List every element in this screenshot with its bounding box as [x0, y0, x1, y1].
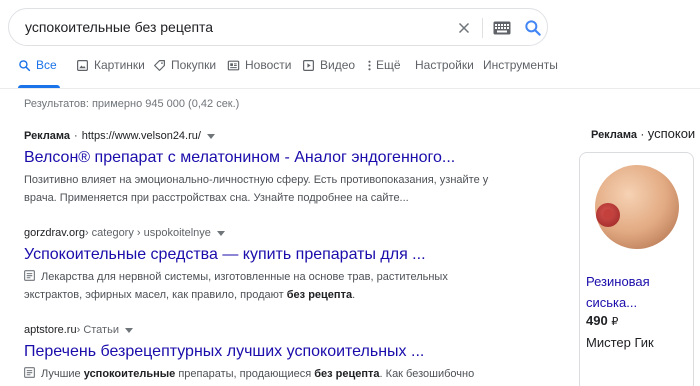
- snippet-highlight: без рецепта: [314, 368, 380, 380]
- tab-label: Инструменты: [483, 58, 558, 72]
- result-breadcrumb: › Статьи: [76, 324, 119, 336]
- separator-dot: ·: [74, 130, 78, 142]
- tab-tools[interactable]: Инструменты: [483, 58, 558, 88]
- product-price: 490 ₽: [586, 313, 618, 328]
- result-stats: Результатов: примерно 945 000 (0,42 сек.…: [24, 98, 240, 110]
- organic-result: gorzdrav.org › category › uspokoitelnye …: [24, 225, 494, 305]
- tab-shopping[interactable]: Покупки: [153, 58, 216, 88]
- keyboard-icon[interactable]: [493, 21, 511, 35]
- tab-settings[interactable]: Настройки: [415, 58, 474, 88]
- tab-label: Новости: [245, 58, 292, 72]
- search-box[interactable]: [8, 8, 548, 46]
- search-icon[interactable]: [523, 18, 543, 38]
- play-icon: [303, 60, 314, 71]
- organic-result: aptstore.ru › Статьи Перечень безрецепту…: [24, 322, 494, 384]
- shopping-ad-title: успокои: [647, 126, 696, 141]
- tab-news[interactable]: Новости: [227, 58, 291, 88]
- price-value: 490: [586, 313, 608, 328]
- document-icon: [24, 367, 35, 378]
- tag-icon: [154, 60, 165, 71]
- tab-more[interactable]: Ещё: [366, 58, 401, 88]
- result-snippet: Позитивно влияет на эмоционально-личност…: [24, 171, 494, 208]
- ad-label: Реклама: [591, 129, 638, 141]
- product-title-line: Резиновая: [586, 274, 650, 289]
- search-icon: [19, 60, 31, 72]
- tab-video[interactable]: Видео: [302, 58, 355, 88]
- currency-symbol: ₽: [611, 316, 619, 328]
- product-image: [595, 165, 679, 249]
- snippet-text: Лучшие: [41, 368, 84, 380]
- snippet-text: препараты, продающиеся: [175, 368, 315, 380]
- ad-label: Реклама: [24, 130, 71, 142]
- tabs-divider: [0, 88, 700, 89]
- snippet-highlight: без рецепта: [286, 289, 353, 301]
- image-icon: [77, 60, 88, 71]
- search-input[interactable]: [25, 18, 425, 36]
- product-title-line: сиська...: [586, 295, 638, 310]
- chevron-down-icon[interactable]: [216, 230, 225, 236]
- result-title[interactable]: Успокоительные средства — купить препара…: [24, 244, 494, 266]
- tab-label: Картинки: [94, 58, 145, 72]
- product-seller: Мистер Гик: [586, 335, 654, 350]
- result-cite: gorzdrav.org › category › uspokoitelnye: [24, 225, 494, 241]
- result-cite: aptstore.ru › Статьи: [24, 322, 494, 338]
- result-title[interactable]: Велсон® препарат с мелатонином - Аналог …: [24, 147, 494, 169]
- tab-all[interactable]: Все: [18, 58, 60, 88]
- snippet-line: врача. Применяется при расстройствах сна…: [24, 192, 409, 204]
- document-icon: [24, 270, 35, 281]
- result-cite: Реклама · https://www.velson24.ru/: [24, 128, 494, 144]
- result-domain[interactable]: gorzdrav.org: [24, 227, 85, 239]
- product-card[interactable]: Резиновая сиська... 490 ₽ Мистер Гик: [579, 152, 694, 386]
- clear-icon[interactable]: [455, 19, 473, 37]
- tab-label: Покупки: [171, 58, 217, 72]
- tab-label: Ещё: [376, 58, 401, 72]
- ad-result: Реклама · https://www.velson24.ru/ Велсо…: [24, 128, 494, 208]
- product-title[interactable]: Резиновая сиська...: [586, 271, 686, 313]
- snippet-text: экстрактов, эфирных масел, как правило, …: [24, 289, 287, 301]
- snippet-line: Лекарства для нервной системы, изготовле…: [41, 271, 448, 283]
- shopping-ad-header: Реклама · успокои: [591, 126, 695, 141]
- result-url[interactable]: https://www.velson24.ru/: [82, 130, 201, 142]
- tab-images[interactable]: Картинки: [76, 58, 145, 88]
- search-divider: [482, 18, 483, 38]
- tab-label: Видео: [320, 58, 356, 72]
- tab-label: Все: [36, 58, 57, 72]
- separator-dot: ·: [640, 127, 645, 141]
- result-title[interactable]: Перечень безрецептурных лучших успокоите…: [24, 341, 494, 363]
- result-snippet: Лучшие успокоительные препараты, продающ…: [24, 365, 494, 384]
- chevron-down-icon[interactable]: [206, 133, 215, 139]
- snippet-line: Позитивно влияет на эмоционально-личност…: [24, 174, 489, 186]
- news-icon: [227, 60, 240, 71]
- chevron-down-icon[interactable]: [124, 327, 133, 333]
- result-snippet: Лекарства для нервной системы, изготовле…: [24, 268, 494, 305]
- search-tabs: Все Картинки Покупки Новости Видео Ещё Н…: [0, 58, 700, 88]
- result-domain[interactable]: aptstore.ru: [24, 324, 77, 336]
- result-breadcrumb: › category › uspokoitelnye: [84, 227, 211, 239]
- snippet-text: . Как безошибочно: [379, 368, 475, 380]
- snippet-text: .: [352, 289, 356, 301]
- snippet-highlight: успокоительные: [83, 368, 176, 380]
- more-vert-icon: [368, 60, 371, 71]
- tab-label: Настройки: [415, 58, 474, 72]
